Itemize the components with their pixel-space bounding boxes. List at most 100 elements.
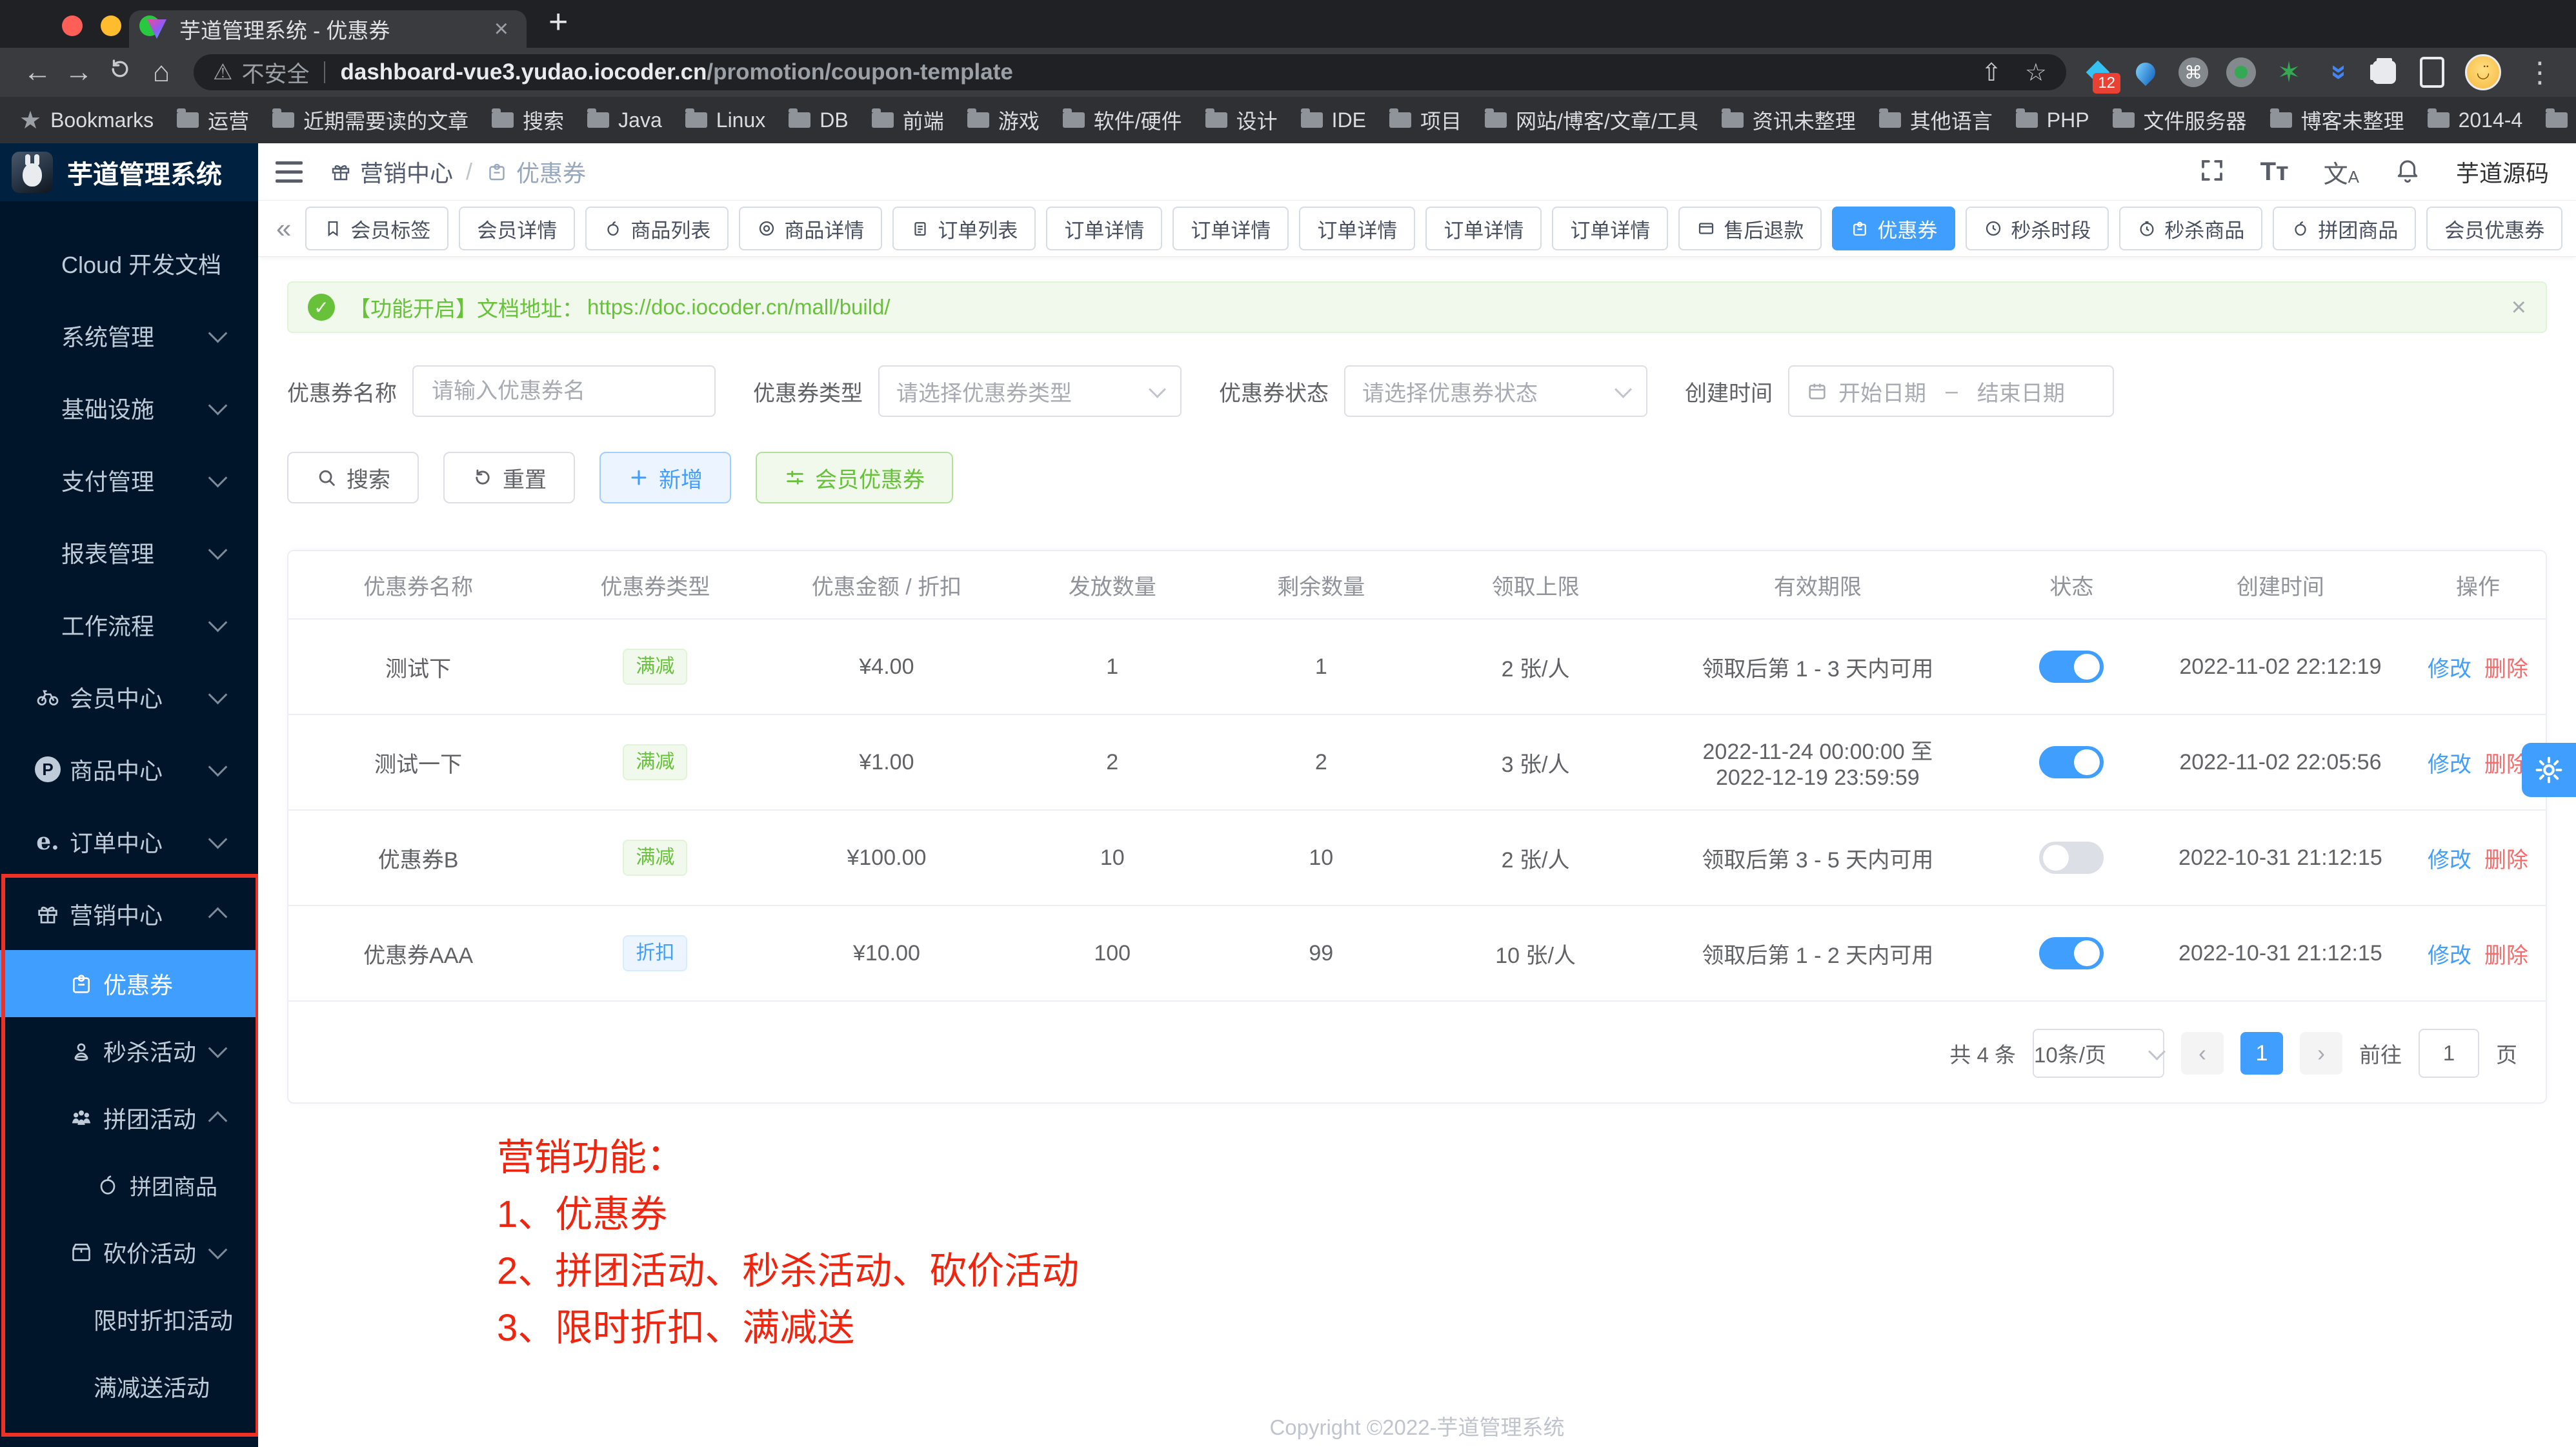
current-page-button[interactable]: 1 bbox=[2240, 1032, 2283, 1075]
sidebar-item-coupon[interactable]: 优惠券 bbox=[0, 950, 258, 1017]
collapse-menu-icon[interactable] bbox=[258, 161, 320, 183]
tab-seckill-time[interactable]: 秒杀时段 bbox=[1966, 207, 2109, 250]
bookmark-folder[interactable]: 资讯未整理 bbox=[1722, 105, 1856, 135]
bookmarks-root[interactable]: ★Bookmarks bbox=[19, 106, 154, 135]
tab-order-detail-3[interactable]: 订单详情 bbox=[1299, 207, 1415, 250]
url-path[interactable]: /promotion/coupon-template bbox=[707, 59, 1012, 85]
edit-link[interactable]: 修改 bbox=[2428, 753, 2471, 777]
status-toggle[interactable] bbox=[2039, 842, 2104, 874]
sidebar-item-seckill[interactable]: 秒杀活动 bbox=[0, 1017, 258, 1084]
bookmark-folder[interactable]: IDE bbox=[1301, 108, 1366, 132]
add-button[interactable]: 新增 bbox=[599, 452, 731, 503]
coupon-type-select[interactable]: 请选择优惠券类型 bbox=[878, 365, 1182, 417]
bookmark-folder[interactable]: 其他语言 bbox=[1879, 105, 1993, 135]
sidebar-item-system[interactable]: 系统管理 bbox=[0, 299, 258, 372]
edit-link[interactable]: 修改 bbox=[2428, 944, 2471, 968]
sidebar-item-groupon[interactable]: 拼团活动 bbox=[0, 1084, 258, 1151]
bookmark-folder[interactable]: PHP bbox=[2016, 108, 2089, 132]
bookmark-folder[interactable]: 近期需要读的文章 bbox=[272, 105, 468, 135]
goto-page-input[interactable]: 1 bbox=[2419, 1029, 2479, 1078]
sidebar-item-groupon-product[interactable]: 拼团商品 bbox=[0, 1151, 258, 1219]
sidebar-item-order-center[interactable]: e. 订单中心 bbox=[0, 805, 258, 878]
bookmark-folder[interactable]: 游戏 bbox=[967, 105, 1040, 135]
back-button[interactable]: ← bbox=[17, 56, 58, 88]
sidebar-item-time-discount[interactable]: 限时折扣活动 bbox=[0, 1286, 258, 1353]
prev-page-button[interactable]: ‹ bbox=[2181, 1032, 2224, 1075]
status-toggle[interactable] bbox=[2039, 937, 2104, 969]
tab-order-detail-1[interactable]: 订单详情 bbox=[1046, 207, 1162, 250]
bookmark-folder[interactable]: 软件/硬件 bbox=[1063, 105, 1182, 135]
scroll-right-icon[interactable]: » bbox=[2573, 213, 2576, 244]
browser-tab[interactable]: 芋道管理系统 - 优惠券 × bbox=[129, 10, 527, 48]
reload-button[interactable] bbox=[99, 56, 141, 89]
tab-member-tag[interactable]: 会员标签 bbox=[305, 207, 448, 250]
extension-star-icon[interactable]: ✶ bbox=[2274, 57, 2304, 87]
tab-order-list[interactable]: 订单列表 bbox=[892, 207, 1036, 250]
security-warning-icon[interactable]: ⚠ bbox=[213, 59, 232, 85]
delete-link[interactable]: 删除 bbox=[2484, 944, 2528, 968]
window-controls[interactable] bbox=[62, 15, 160, 36]
sidebar-item-member-center[interactable]: 会员中心 bbox=[0, 661, 258, 733]
sidebar-item-marketing-center[interactable]: 营销中心 bbox=[0, 878, 258, 950]
bookmark-star-icon[interactable]: ☆ bbox=[2025, 58, 2047, 87]
delete-link[interactable]: 删除 bbox=[2484, 657, 2528, 682]
tab-coupon[interactable]: 优惠券 bbox=[1832, 207, 1955, 250]
extension-chevrons-icon[interactable]: « bbox=[2322, 57, 2351, 87]
bookmark-folder[interactable]: 前端 bbox=[872, 105, 944, 135]
banner-doc-link[interactable]: https://doc.iocoder.cn/mall/build/ bbox=[587, 295, 891, 319]
tab-seckill-product[interactable]: 秒杀商品 bbox=[2119, 207, 2262, 250]
home-button[interactable]: ⌂ bbox=[141, 56, 182, 88]
member-coupon-button[interactable]: 会员优惠券 bbox=[756, 452, 953, 503]
close-window-button[interactable] bbox=[62, 15, 83, 36]
bookmark-folder[interactable]: 生活 bbox=[2546, 105, 2576, 135]
coupon-name-input[interactable] bbox=[412, 365, 716, 417]
sidebar-item-bargain[interactable]: 砍价活动 bbox=[0, 1219, 258, 1286]
coupon-name-field[interactable] bbox=[430, 378, 698, 405]
extension-record-icon[interactable] bbox=[2226, 57, 2256, 87]
page-size-select[interactable]: 10条/页 bbox=[2033, 1029, 2164, 1078]
bookmark-folder[interactable]: DB bbox=[789, 108, 848, 132]
close-banner-icon[interactable]: × bbox=[2511, 293, 2526, 322]
tab-member-detail[interactable]: 会员详情 bbox=[459, 207, 575, 250]
close-tab-icon[interactable]: × bbox=[494, 15, 508, 43]
bookmark-folder[interactable]: 搜索 bbox=[492, 105, 564, 135]
security-label[interactable]: 不安全 bbox=[241, 56, 309, 89]
coupon-status-select[interactable]: 请选择优惠券状态 bbox=[1344, 365, 1647, 417]
sidebar-item-payment[interactable]: 支付管理 bbox=[0, 444, 258, 516]
browser-menu-icon[interactable]: ⋮ bbox=[2526, 56, 2554, 89]
tab-member-coupon[interactable]: 会员优惠券 bbox=[2426, 207, 2562, 250]
user-menu[interactable]: 芋道源码 bbox=[2456, 155, 2549, 188]
notification-bell-button[interactable] bbox=[2394, 157, 2421, 187]
address-bar[interactable]: ⚠ 不安全 dashboard-vue3.yudao.iocoder.cn /p… bbox=[194, 54, 2066, 90]
fullscreen-button[interactable] bbox=[2199, 157, 2226, 187]
bookmark-folder[interactable]: 博客未整理 bbox=[2270, 105, 2404, 135]
tab-order-detail-5[interactable]: 订单详情 bbox=[1552, 207, 1668, 250]
delete-link[interactable]: 删除 bbox=[2484, 848, 2528, 873]
breadcrumb-marketing[interactable]: 营销中心 bbox=[329, 155, 453, 188]
theme-settings-button[interactable] bbox=[2522, 743, 2576, 797]
edit-link[interactable]: 修改 bbox=[2428, 657, 2471, 682]
sidebar-item-full-reduction[interactable]: 满减送活动 bbox=[0, 1353, 258, 1420]
app-logo[interactable]: 芋道管理系统 bbox=[0, 143, 258, 201]
minimize-window-button[interactable] bbox=[101, 15, 121, 36]
extension-kite-icon[interactable]: 12 bbox=[2083, 57, 2113, 87]
bookmark-folder[interactable]: 项目 bbox=[1389, 105, 1462, 135]
share-icon[interactable]: ⇧ bbox=[1981, 58, 2002, 87]
reset-button[interactable]: 重置 bbox=[443, 452, 575, 503]
language-button[interactable]: 文A bbox=[2324, 154, 2359, 190]
bookmark-folder[interactable]: 2014-4 bbox=[2428, 108, 2523, 132]
search-button[interactable]: 搜索 bbox=[287, 452, 419, 503]
tab-refund[interactable]: 售后退款 bbox=[1678, 207, 1822, 250]
url-host[interactable]: dashboard-vue3.yudao.iocoder.cn bbox=[341, 59, 707, 85]
bookmark-folder[interactable]: 文件服务器 bbox=[2113, 105, 2247, 135]
status-toggle[interactable] bbox=[2039, 651, 2104, 683]
browser-profile-avatar[interactable]: ◡̈ bbox=[2465, 54, 2501, 90]
tab-groupon-product[interactable]: 拼团商品 bbox=[2273, 207, 2416, 250]
status-toggle[interactable] bbox=[2039, 746, 2104, 778]
bookmark-folder[interactable]: 网站/博客/文章/工具 bbox=[1485, 105, 1698, 135]
date-range-picker[interactable]: 开始日期 – 结束日期 bbox=[1788, 365, 2114, 417]
bookmark-folder[interactable]: 设计 bbox=[1205, 105, 1278, 135]
extensions-puzzle-icon[interactable] bbox=[2370, 57, 2399, 87]
tab-product-detail[interactable]: 商品详情 bbox=[739, 207, 882, 250]
tab-order-detail-4[interactable]: 订单详情 bbox=[1425, 207, 1542, 250]
